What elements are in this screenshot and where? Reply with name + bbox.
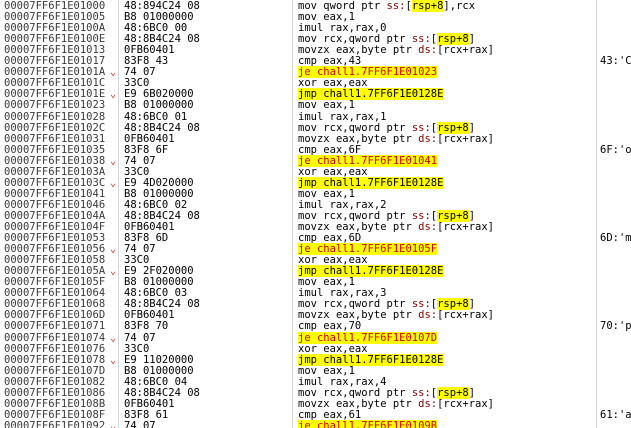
jump-arrow-icon: ⌄: [109, 419, 117, 428]
bytes-cell: 74 07: [124, 419, 156, 428]
disassembly-view[interactable]: 00007FF6F1E01000 48:894C24 08 mov qword pt…: [0, 0, 631, 428]
instruction-cell: je chall1.7FF6F1E0109B: [298, 419, 438, 428]
address-cell: 00007FF6F1E01092: [4, 419, 106, 428]
disasm-row[interactable]: 00007FF6F1E01092 ⌄ 74 07 je chall1.7FF6F1E0…: [0, 419, 631, 428]
instruction-token: je chall1.7FF6F1E0109B: [298, 419, 438, 428]
